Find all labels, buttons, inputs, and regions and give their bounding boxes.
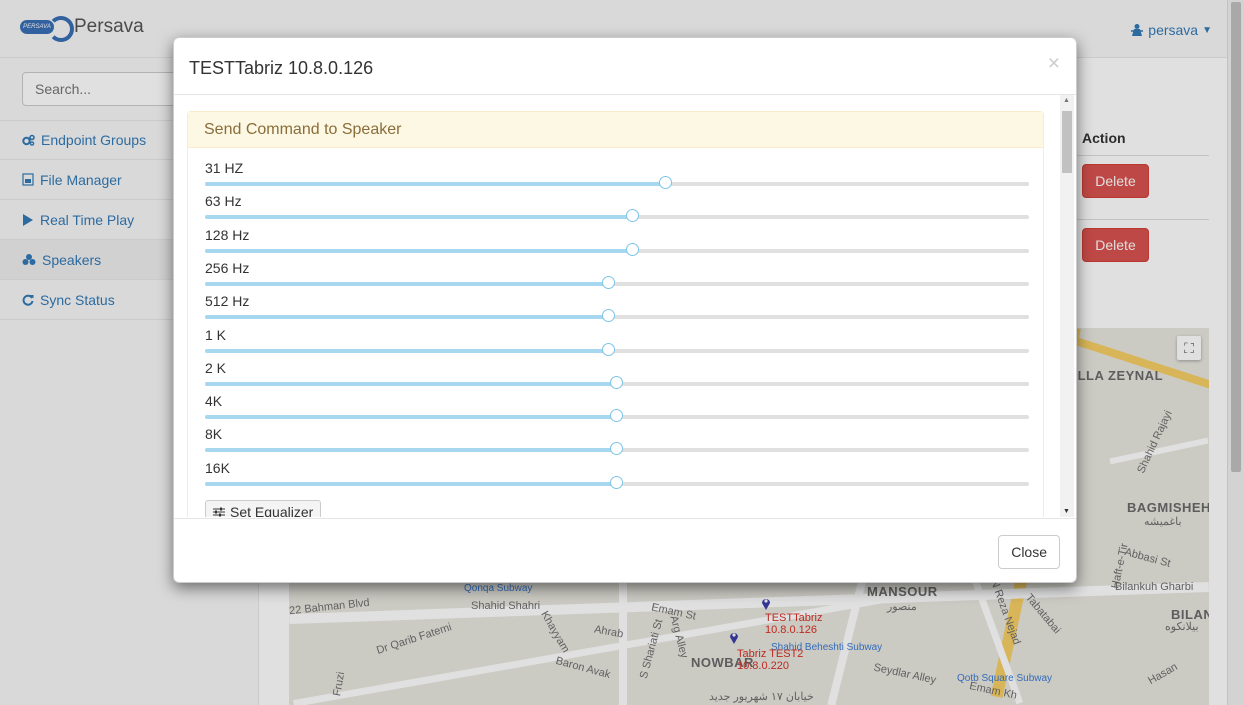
modal-scrollbar[interactable]: ▲ ▼ [1060, 95, 1074, 517]
slider-handle[interactable] [601, 309, 615, 323]
band-slider[interactable] [205, 275, 1029, 289]
modal-body[interactable]: Send Command to Speaker 31 HZ 63 Hz 128 Hz… [174, 95, 1076, 517]
slider-fill [205, 415, 617, 420]
band-slider[interactable] [205, 375, 1029, 389]
panel-heading: Send Command to Speaker [188, 112, 1043, 148]
slider-fill [205, 215, 634, 220]
scroll-down-icon[interactable]: ▼ [1063, 508, 1070, 515]
band-slider[interactable] [205, 209, 1029, 223]
sliders-icon [213, 507, 225, 517]
band-slider[interactable] [205, 342, 1029, 356]
slider-handle[interactable] [610, 409, 623, 423]
close-icon[interactable]: × [1048, 52, 1060, 76]
slider-fill [205, 182, 667, 186]
band-label: 512 Hz [205, 293, 250, 310]
slider-handle[interactable] [610, 442, 623, 456]
modal-title: TESTTabriz 10.8.0.126 [189, 58, 374, 78]
slider-fill [205, 315, 609, 320]
band-label: 4K [205, 393, 223, 410]
band-label: 128 Hz [205, 226, 250, 243]
band-label: 1 K [205, 326, 227, 343]
slider-handle[interactable] [659, 176, 673, 189]
slider-fill [205, 381, 617, 386]
slider-handle[interactable] [610, 475, 623, 489]
command-panel: Send Command to Speaker 31 HZ 63 Hz 128 Hz… [187, 111, 1044, 517]
slider-fill [205, 448, 617, 453]
slider-fill [205, 248, 634, 253]
band-slider[interactable] [205, 409, 1029, 423]
band-slider[interactable] [205, 176, 1029, 189]
slider-handle[interactable] [601, 342, 615, 356]
close-button[interactable]: Close [998, 535, 1060, 569]
slider-handle[interactable] [610, 375, 623, 389]
speaker-modal: TESTTabriz 10.8.0.126 × Send Command to … [173, 37, 1077, 583]
slider-fill [205, 348, 609, 353]
band-label: 256 Hz [205, 259, 250, 276]
band-slider[interactable] [205, 475, 1029, 489]
band-label: 8K [205, 426, 223, 443]
modal-footer: Close [174, 518, 1076, 583]
set-equalizer-label: Set Equalizer [230, 504, 314, 517]
band-slider[interactable] [205, 309, 1029, 323]
scroll-thumb[interactable] [1062, 111, 1072, 173]
modal-header: TESTTabriz 10.8.0.126 × [174, 38, 1076, 95]
slider-handle[interactable] [626, 209, 640, 223]
band-label: 31 HZ [205, 160, 244, 176]
band-slider[interactable] [205, 442, 1029, 456]
slider-handle[interactable] [601, 275, 615, 289]
band-label: 63 Hz [205, 193, 242, 210]
band-label: 16K [205, 459, 230, 476]
set-equalizer-button[interactable]: Set Equalizer [205, 500, 322, 517]
scroll-up-icon[interactable]: ▲ [1063, 97, 1070, 104]
band-label: 2 K [205, 359, 227, 376]
slider-fill [205, 481, 617, 486]
slider-handle[interactable] [626, 242, 640, 256]
band-slider[interactable] [205, 242, 1029, 256]
slider-fill [205, 281, 609, 286]
